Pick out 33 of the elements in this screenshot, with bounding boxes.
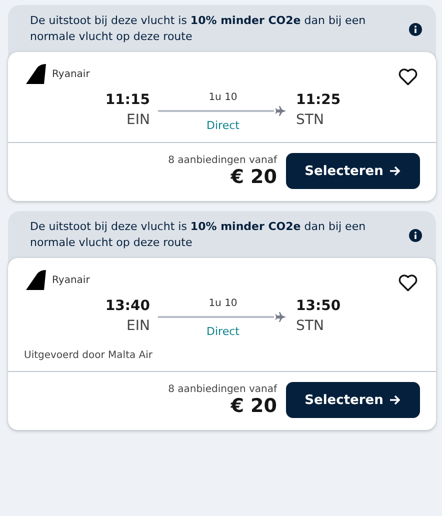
- departure-airport: EIN: [126, 112, 150, 128]
- tail-logo-icon: [26, 64, 46, 84]
- arrival-airport: STN: [296, 318, 324, 334]
- arrival-airport: STN: [296, 112, 324, 128]
- emission-note: De uitstoot bij deze vlucht is 10% minder CO2e dan bij een normale vlucht op deze route: [30, 13, 367, 45]
- heart-icon[interactable]: [398, 274, 418, 292]
- info-icon[interactable]: [409, 22, 422, 36]
- emission-note: De uitstoot bij deze vlucht is 10% minder CO2e dan bij een normale vlucht op deze route: [30, 219, 367, 251]
- plane-icon: [274, 311, 288, 323]
- offers-count: 8 aanbiedingen vanaf: [168, 384, 277, 394]
- tail-logo-icon: [26, 270, 46, 290]
- arrow-icon: [389, 165, 402, 177]
- flight-duration: 1u 10: [208, 298, 238, 309]
- airline-name: Ryanair: [52, 274, 90, 286]
- stops-label: Direct: [206, 119, 240, 132]
- airline-name: Ryanair: [52, 68, 90, 80]
- price: € 20: [230, 394, 277, 416]
- departure-time: 11:15: [105, 92, 150, 108]
- select-button[interactable]: Selecteren: [286, 382, 420, 418]
- departure-airport: EIN: [126, 318, 150, 334]
- price: € 20: [230, 166, 277, 188]
- arrival-time: 11:25: [296, 92, 341, 108]
- arrival-time: 13:50: [296, 298, 341, 314]
- operator-note: Uitgevoerd door Malta Air: [24, 350, 154, 361]
- select-button[interactable]: Selecteren: [286, 153, 420, 189]
- departure-time: 13:40: [105, 298, 150, 314]
- flight-duration: 1u 10: [208, 92, 238, 103]
- heart-icon[interactable]: [398, 68, 418, 86]
- info-icon[interactable]: [409, 228, 422, 242]
- plane-icon: [274, 105, 288, 117]
- offers-count: 8 aanbiedingen vanaf: [168, 154, 277, 166]
- stops-label: Direct: [206, 325, 240, 338]
- arrow-icon: [389, 394, 402, 406]
